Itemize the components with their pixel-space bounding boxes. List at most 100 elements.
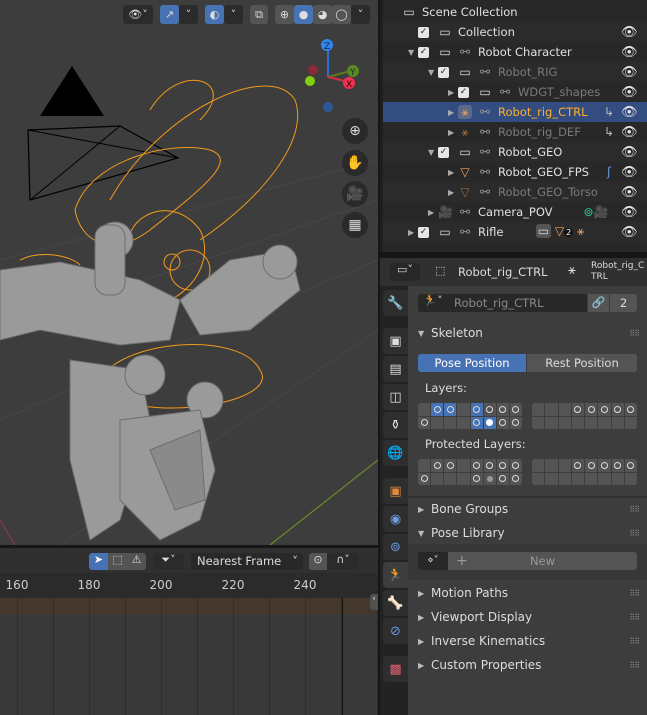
editor-type-dropdown[interactable]: ▭˅	[390, 263, 420, 281]
exclude-checkbox[interactable]: ✓	[438, 66, 449, 78]
tab-output[interactable]: ▤	[383, 356, 408, 382]
navigation-gizmo[interactable]: Z Y X	[295, 35, 365, 115]
outliner-row[interactable]: ▶ ⚹ ⚯ Robot_rig_DEF ↳ 👁	[380, 122, 647, 142]
new-pose-library-button[interactable]: + New	[448, 552, 637, 570]
shading-solid[interactable]: ●	[294, 5, 313, 24]
drag-grip-icon[interactable]: ⠿⠿	[629, 505, 640, 514]
layer-toggle[interactable]	[509, 472, 522, 485]
outliner-scrollbar[interactable]	[380, 0, 383, 252]
layer-toggle[interactable]	[496, 416, 509, 429]
layer-toggle[interactable]	[509, 416, 522, 429]
layer-toggle[interactable]	[431, 403, 444, 416]
tab-physics[interactable]: ◉	[383, 506, 408, 532]
properties-editor[interactable]: ▭˅ ⬚ Robot_rig_CTRL ⚹ Robot_rig_CTRL 🔧 ▣…	[380, 258, 647, 715]
drag-grip-icon[interactable]: ⠿⠿	[629, 661, 640, 670]
layer-toggle[interactable]	[558, 403, 571, 416]
outliner-row[interactable]: ✓ ▭ Collection 👁	[380, 22, 647, 42]
disclosure-closed-icon[interactable]: ▶	[448, 168, 454, 177]
layer-toggle[interactable]	[545, 459, 558, 472]
layer-toggle[interactable]	[585, 472, 598, 485]
sidebar-toggle[interactable]: ‹	[370, 594, 378, 610]
panel-pose-library-header[interactable]: ▼ Pose Library ⠿⠿	[408, 522, 647, 544]
layer-toggle[interactable]	[470, 472, 483, 485]
eye-visibility-icon[interactable]: 👁	[621, 105, 638, 120]
tab-armature-data[interactable]: 🏃	[383, 562, 408, 588]
pose-position-button[interactable]: Pose Position	[418, 354, 526, 372]
layer-toggle[interactable]	[470, 459, 483, 472]
select-tool-button[interactable]: ➤	[89, 553, 108, 570]
panel-viewport-display-header[interactable]: ▶ Viewport Display ⠿⠿	[408, 606, 647, 628]
camera-view-button[interactable]: 🎥	[342, 181, 368, 207]
protected-layers-grid-left[interactable]	[418, 459, 522, 485]
layer-toggle[interactable]	[483, 416, 496, 429]
xray-toggle[interactable]: ⧉	[250, 5, 268, 24]
gizmo-toggle[interactable]: ↗	[160, 5, 179, 24]
exclude-checkbox[interactable]: ✓	[418, 46, 429, 58]
exclude-checkbox[interactable]: ✓	[438, 146, 449, 158]
layer-toggle[interactable]	[483, 459, 496, 472]
layer-toggle[interactable]	[431, 472, 444, 485]
eye-visibility-icon[interactable]: 👁	[621, 145, 638, 160]
camera-data-icon[interactable]: ⊚🎥	[578, 205, 614, 219]
shading-rendered[interactable]: ◯	[332, 5, 351, 24]
layer-toggle[interactable]	[457, 472, 470, 485]
panel-skeleton-header[interactable]: ▼ Skeleton ⠿⠿	[408, 322, 647, 344]
layer-toggle[interactable]	[571, 459, 584, 472]
disclosure-closed-icon[interactable]: ▶	[448, 128, 454, 137]
outliner-row[interactable]: ▶ 🎥 ⚯ Camera_POV ⊚🎥 👁	[380, 202, 647, 222]
layer-toggle[interactable]	[470, 416, 483, 429]
layer-toggle[interactable]	[624, 459, 637, 472]
drag-grip-icon[interactable]: ⠿⠿	[629, 589, 640, 598]
layer-toggle[interactable]	[532, 403, 545, 416]
proportional-editing-toggle[interactable]: ⊙	[309, 553, 327, 570]
exclude-checkbox[interactable]: ✓	[418, 226, 429, 238]
shading-dropdown[interactable]: ˅	[351, 5, 370, 24]
constraint-icon[interactable]: ↳	[602, 125, 616, 139]
snap-mode-select[interactable]: Nearest Frame ˅	[191, 553, 303, 570]
layer-toggle[interactable]	[558, 472, 571, 485]
layer-toggle[interactable]	[585, 459, 598, 472]
layer-toggle[interactable]	[545, 472, 558, 485]
disclosure-closed-icon[interactable]: ▶	[448, 188, 454, 197]
tab-texture[interactable]: ▩	[383, 656, 408, 682]
outliner[interactable]: ▭ Scene Collection ✓ ▭ Collection 👁 ▼ ✓ ▭ ⚯ Robot …	[380, 0, 647, 252]
outliner-row[interactable]: ▼ ✓ ▭ ⚯ Robot_RIG 👁	[380, 62, 647, 82]
layer-toggle[interactable]	[431, 416, 444, 429]
eye-visibility-icon[interactable]: 👁	[621, 205, 638, 220]
tab-object-constraints[interactable]: ⊚	[383, 534, 408, 560]
layer-toggle[interactable]	[558, 416, 571, 429]
layer-toggle[interactable]	[598, 416, 611, 429]
only-show-errors-button[interactable]: ⚠	[127, 553, 146, 570]
panel-motion-paths-header[interactable]: ▶ Motion Paths ⠿⠿	[408, 582, 647, 604]
outliner-row[interactable]: ▶ ▽ ⚯ Robot_GEO_FPS ʃ 👁	[380, 162, 647, 182]
layer-toggle[interactable]	[624, 472, 637, 485]
drag-grip-icon[interactable]: ⠿⠿	[629, 637, 640, 646]
outliner-row[interactable]: ▶ ⚹ ⚯ Robot_rig_CTRL ↳ 👁	[380, 102, 647, 122]
armature-browse-dropdown[interactable]: 🏃˅	[418, 294, 448, 312]
layer-toggle[interactable]	[470, 403, 483, 416]
layer-toggle[interactable]	[431, 459, 444, 472]
rifle-children-icons[interactable]: ▭ ▽ 2 ⚹	[530, 224, 590, 240]
tab-bone-constraints[interactable]: ⊘	[383, 618, 408, 644]
eye-visibility-icon[interactable]: 👁	[621, 45, 638, 60]
disclosure-closed-icon[interactable]: ▶	[448, 88, 454, 97]
shading-material[interactable]: ◕	[313, 5, 332, 24]
layer-toggle[interactable]	[444, 416, 457, 429]
outliner-row[interactable]: ▶ ▽ ⚯ Robot_GEO_Torso 👁	[380, 182, 647, 202]
tab-bone[interactable]: 🦴	[383, 590, 408, 616]
layer-toggle[interactable]	[571, 472, 584, 485]
layer-toggle[interactable]	[611, 403, 624, 416]
outliner-row[interactable]: ▶ ✓ ▭ ⚯ Rifle ▭ ▽ 2 ⚹ 👁	[380, 222, 647, 242]
zoom-button[interactable]: ⊕	[342, 118, 368, 144]
layer-toggle[interactable]	[496, 403, 509, 416]
tab-render[interactable]: ▣	[383, 328, 408, 354]
eye-visibility-icon[interactable]: 👁	[621, 25, 638, 40]
tab-tool[interactable]: 🔧	[383, 290, 408, 316]
protected-layers-grid-right[interactable]	[532, 459, 637, 485]
visibility-selectability-dropdown[interactable]: 👁˅	[123, 5, 153, 24]
layer-toggle[interactable]	[444, 472, 457, 485]
layer-toggle[interactable]	[598, 459, 611, 472]
outliner-row[interactable]: ▼ ✓ ▭ ⚯ Robot_GEO 👁	[380, 142, 647, 162]
exclude-checkbox[interactable]: ✓	[418, 26, 429, 38]
pan-button[interactable]: ✋	[342, 150, 368, 176]
